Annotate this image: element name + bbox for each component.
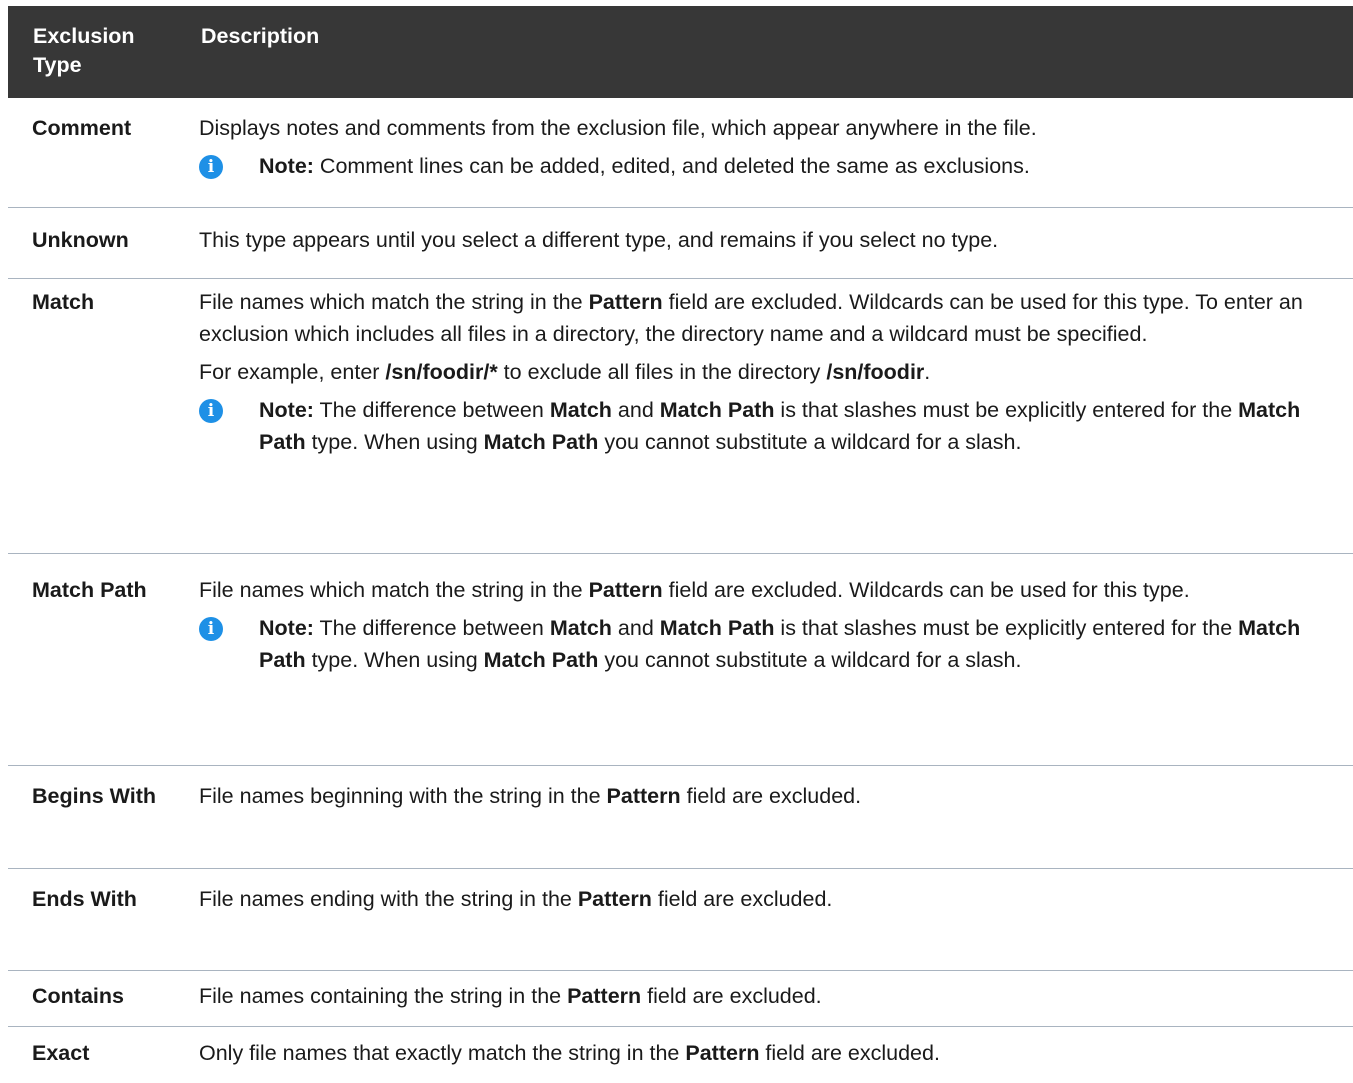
table-header: Exclusion Type Description xyxy=(8,6,1353,98)
table-row-ends-with: Ends With File names ending with the str… xyxy=(8,869,1353,971)
note: i Note: The difference between Match and… xyxy=(199,394,1341,458)
row-type: Match Path xyxy=(32,578,147,602)
table-row-comment: Comment Displays notes and comments from… xyxy=(8,98,1353,208)
header-exclusion-type: Exclusion Type xyxy=(33,24,135,77)
row-description: File names containing the string in the … xyxy=(199,984,822,1008)
row-description: Only file names that exactly match the s… xyxy=(199,1041,940,1065)
info-icon: i xyxy=(199,399,223,423)
row-description: Displays notes and comments from the exc… xyxy=(199,112,1341,182)
note: i Note: Comment lines can be added, edit… xyxy=(199,150,1341,182)
table-row-begins-with: Begins With File names beginning with th… xyxy=(8,766,1353,869)
row-description: File names beginning with the string in … xyxy=(199,784,862,808)
row-type: Ends With xyxy=(32,887,137,911)
table-row-match-path: Match Path File names which match the st… xyxy=(8,554,1353,766)
row-description: This type appears until you select a dif… xyxy=(199,228,999,252)
row-description: File names which match the string in the… xyxy=(199,574,1341,676)
table-row-match: Match File names which match the string … xyxy=(8,279,1353,554)
row-type: Exact xyxy=(32,1041,90,1065)
row-type: Contains xyxy=(32,984,124,1008)
table-row-exact: Exact Only file names that exactly match… xyxy=(8,1027,1353,1083)
row-type: Unknown xyxy=(32,228,129,252)
row-type: Match xyxy=(32,290,95,314)
info-icon: i xyxy=(199,155,223,179)
row-type: Begins With xyxy=(32,784,157,808)
row-type: Comment xyxy=(32,116,132,140)
info-icon: i xyxy=(199,617,223,641)
row-description: File names ending with the string in the… xyxy=(199,887,833,911)
note: i Note: The difference between Match and… xyxy=(199,612,1341,676)
row-description: File names which match the string in the… xyxy=(199,286,1341,458)
table-row-unknown: Unknown This type appears until you sele… xyxy=(8,208,1353,279)
header-description: Description xyxy=(201,24,320,48)
table-row-contains: Contains File names containing the strin… xyxy=(8,971,1353,1027)
